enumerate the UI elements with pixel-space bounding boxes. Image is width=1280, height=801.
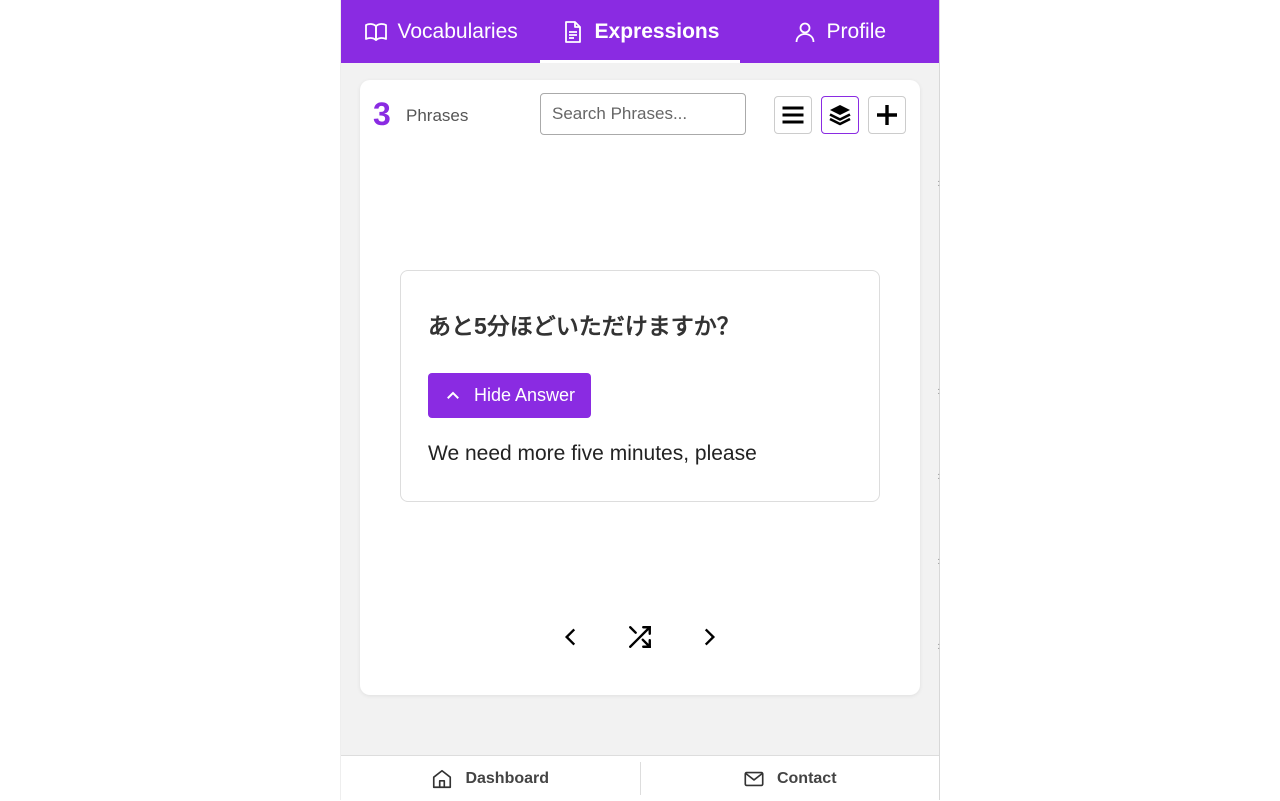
search-input[interactable]: [540, 93, 746, 135]
next-button[interactable]: [692, 620, 726, 654]
phrase-count: 3: [373, 96, 391, 132]
shuffle-icon: [629, 626, 651, 648]
mail-icon: [744, 771, 764, 786]
list-icon: [782, 106, 804, 124]
phrases-panel: 3 Phrases あと5分ほどいただけますか？: [360, 80, 920, 695]
flashcard: あと5分ほどいただけますか？ Hide Answer We need more …: [400, 270, 880, 502]
hide-answer-label: Hide Answer: [474, 385, 576, 405]
previous-button[interactable]: [554, 620, 588, 654]
card-view-button[interactable]: [821, 96, 859, 134]
chevron-up-icon: [447, 391, 459, 399]
hide-answer-button[interactable]: Hide Answer: [428, 373, 592, 418]
chevron-right-icon: [704, 628, 716, 646]
bottom-navigation: Dashboard Contact: [341, 755, 939, 801]
tab-profile[interactable]: Profile: [740, 0, 939, 63]
user-icon: [795, 22, 814, 42]
resize-handle[interactable]: · ·: [937, 385, 940, 399]
resize-handle[interactable]: · ·: [937, 470, 940, 484]
flashcard-question: あと5分ほどいただけますか？: [428, 313, 740, 339]
layers-icon: [829, 105, 851, 126]
flashcard-answer: We need more five minutes, please: [428, 442, 757, 465]
tab-expressions-label: Expressions: [594, 19, 720, 43]
home-icon: [433, 769, 452, 788]
top-navigation: Vocabularies Expressions Profile: [341, 0, 939, 63]
add-phrase-button[interactable]: [868, 96, 906, 134]
bottom-nav-contact-label: Contact: [776, 769, 837, 787]
resize-handle[interactable]: · ·: [937, 555, 940, 569]
tab-vocabularies-label: Vocabularies: [397, 19, 518, 43]
bottom-nav-contact[interactable]: Contact: [641, 756, 940, 801]
shuffle-button[interactable]: [623, 620, 657, 654]
tab-vocabularies[interactable]: Vocabularies: [341, 0, 540, 63]
bottom-nav-dashboard-label: Dashboard: [465, 769, 550, 787]
tab-expressions[interactable]: Expressions: [540, 0, 740, 63]
phrase-count-label: Phrases: [406, 106, 469, 125]
book-icon: [364, 22, 387, 41]
document-icon: [564, 20, 581, 43]
tab-profile-label: Profile: [826, 19, 887, 43]
resize-handle[interactable]: · ·: [937, 640, 940, 654]
chevron-left-icon: [564, 628, 576, 646]
resize-handle[interactable]: · ·: [937, 177, 940, 191]
app-container: Vocabularies Expressions Profile 3 Phras…: [340, 0, 940, 801]
list-view-button[interactable]: [774, 96, 812, 134]
plus-icon: [877, 105, 897, 125]
bottom-nav-dashboard[interactable]: Dashboard: [341, 756, 640, 801]
